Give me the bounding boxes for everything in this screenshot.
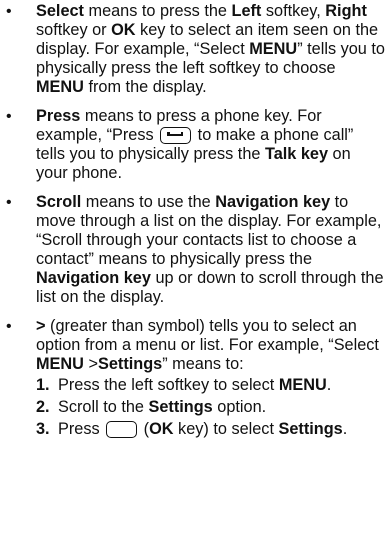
bullet-item-press: • Press means to press a phone key. For …: [0, 107, 389, 183]
bullet-dot: •: [6, 108, 12, 125]
step-item: 1. Press the left softkey to select MENU…: [36, 376, 385, 395]
menu-steps-list: 1. Press the left softkey to select MENU…: [36, 376, 385, 439]
bold-term: OK: [149, 420, 174, 438]
step-text: Press (OK key) to select Settings.: [58, 420, 348, 438]
ok-key-icon: [106, 421, 138, 438]
select-definition-text: Select means to press the Left softkey, …: [36, 2, 385, 96]
bold-term: Right: [325, 2, 367, 20]
step-item: 3. Press (OK key) to select Settings.: [36, 420, 385, 439]
step-number: 3.: [36, 420, 50, 438]
bold-term: Press: [36, 107, 81, 125]
talk-glyph-icon: [167, 131, 184, 137]
bold-term: Scroll: [36, 193, 82, 211]
bullet-dot: •: [6, 318, 12, 335]
talk-key-icon: [160, 127, 192, 144]
conventions-list: • Select means to press the Left softkey…: [0, 2, 389, 439]
bold-term: MENU: [36, 78, 84, 96]
press-definition-text: Press means to press a phone key. For ex…: [36, 107, 354, 182]
bold-term: Select: [36, 2, 84, 20]
bold-term: MENU: [278, 376, 327, 394]
bold-term: >: [36, 317, 46, 335]
step-text: Scroll to the Settings option.: [58, 398, 267, 416]
step-item: 2. Scroll to the Settings option.: [36, 398, 385, 417]
bold-term: Talk key: [264, 145, 329, 163]
bullet-item-greater-than: • > (greater than symbol) tells you to s…: [0, 317, 389, 439]
bold-term: Navigation key: [215, 193, 331, 211]
bold-term: MENU: [249, 40, 298, 58]
greater-than-definition-text: > (greater than symbol) tells you to sel…: [36, 317, 379, 373]
step-number: 2.: [36, 398, 50, 416]
manual-page: • Select means to press the Left softkey…: [0, 2, 389, 548]
bold-term: OK: [111, 21, 136, 39]
bullet-item-select: • Select means to press the Left softkey…: [0, 2, 389, 97]
bullet-dot: •: [6, 3, 12, 20]
step-number: 1.: [36, 376, 50, 394]
bullet-item-scroll: • Scroll means to use the Navigation key…: [0, 193, 389, 307]
bold-term: Navigation key: [36, 269, 151, 287]
scroll-definition-text: Scroll means to use the Navigation key t…: [36, 193, 384, 306]
bullet-dot: •: [6, 194, 12, 211]
step-text: Press the left softkey to select MENU.: [58, 376, 332, 394]
bold-term: Settings: [148, 398, 213, 416]
bold-term: Settings: [97, 355, 163, 373]
bold-term: MENU: [36, 355, 84, 373]
bold-term: Left: [231, 2, 262, 20]
bold-term: Settings: [278, 420, 343, 438]
